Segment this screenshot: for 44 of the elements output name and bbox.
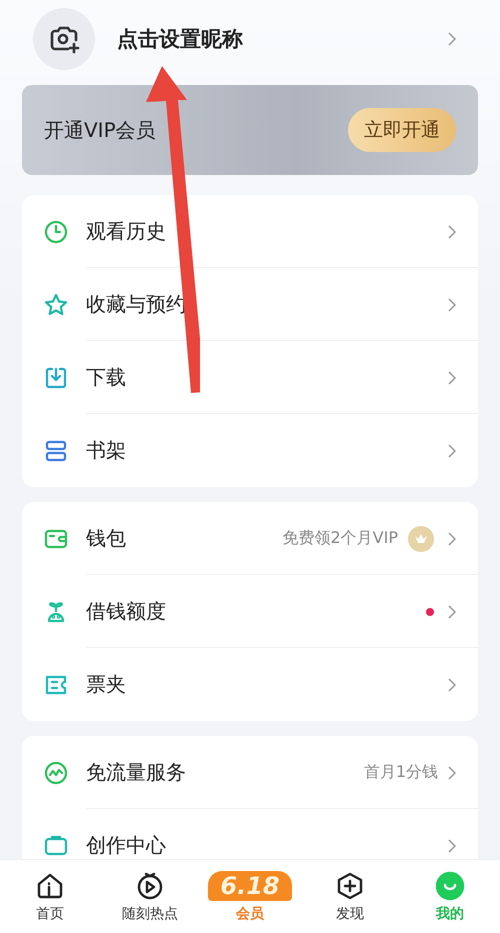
item-label: 票夹 — [86, 671, 126, 698]
tab-item[interactable]: 发现 — [305, 870, 395, 922]
item-label: 书架 — [86, 437, 126, 464]
menu-item[interactable]: 观看历史 — [44, 195, 478, 268]
nickname-link[interactable]: 点击设置昵称 — [117, 25, 243, 53]
menu-item[interactable]: 书架 — [44, 414, 478, 487]
star-icon — [44, 292, 68, 316]
chevron-icon — [448, 224, 456, 238]
play-icon — [135, 870, 165, 900]
item-label: 创作中心 — [86, 832, 166, 859]
shelf-icon — [44, 438, 68, 462]
item-note: 免费领2个月VIP — [282, 528, 398, 549]
open-vip-button[interactable]: 立即开通 — [348, 108, 456, 152]
item-note: 首月1分钱 — [364, 762, 438, 783]
tab-item[interactable]: 首页 — [5, 870, 95, 922]
chevron-icon — [448, 678, 456, 692]
download-icon — [44, 366, 68, 390]
chevron-icon — [448, 32, 456, 46]
chevron-icon — [448, 444, 456, 458]
chevron-icon — [448, 604, 456, 618]
chevron-icon — [448, 298, 456, 312]
profile-icon — [435, 870, 465, 900]
menu-item[interactable]: 创作中心 — [44, 809, 478, 859]
tab-item[interactable]: 随刻热点 — [105, 870, 195, 922]
plus-icon — [335, 870, 365, 900]
chevron-icon — [448, 838, 456, 852]
chevron-icon — [448, 766, 456, 780]
menu-item[interactable]: 借钱额度 — [44, 575, 478, 648]
menu-item[interactable]: 钱包 免费领2个月VIP — [44, 502, 478, 575]
menu-item[interactable]: 下载 — [44, 341, 478, 414]
menu-item[interactable]: 免流量服务 首月1分钱 — [44, 736, 478, 809]
item-label: 借钱额度 — [86, 598, 166, 625]
chevron-icon — [448, 532, 456, 546]
folder-icon — [44, 834, 68, 858]
item-label: 钱包 — [86, 525, 126, 552]
wave-icon — [44, 760, 68, 784]
clock-icon — [44, 220, 68, 244]
chevron-icon — [448, 370, 456, 384]
item-label: 下载 — [86, 364, 126, 391]
item-label: 免流量服务 — [86, 759, 186, 786]
item-label: 观看历史 — [86, 218, 166, 245]
menu-item[interactable]: 票夹 — [44, 648, 478, 721]
promo-badge: 6.18 — [208, 870, 292, 900]
vip-title: 开通VIP会员 — [44, 116, 157, 144]
